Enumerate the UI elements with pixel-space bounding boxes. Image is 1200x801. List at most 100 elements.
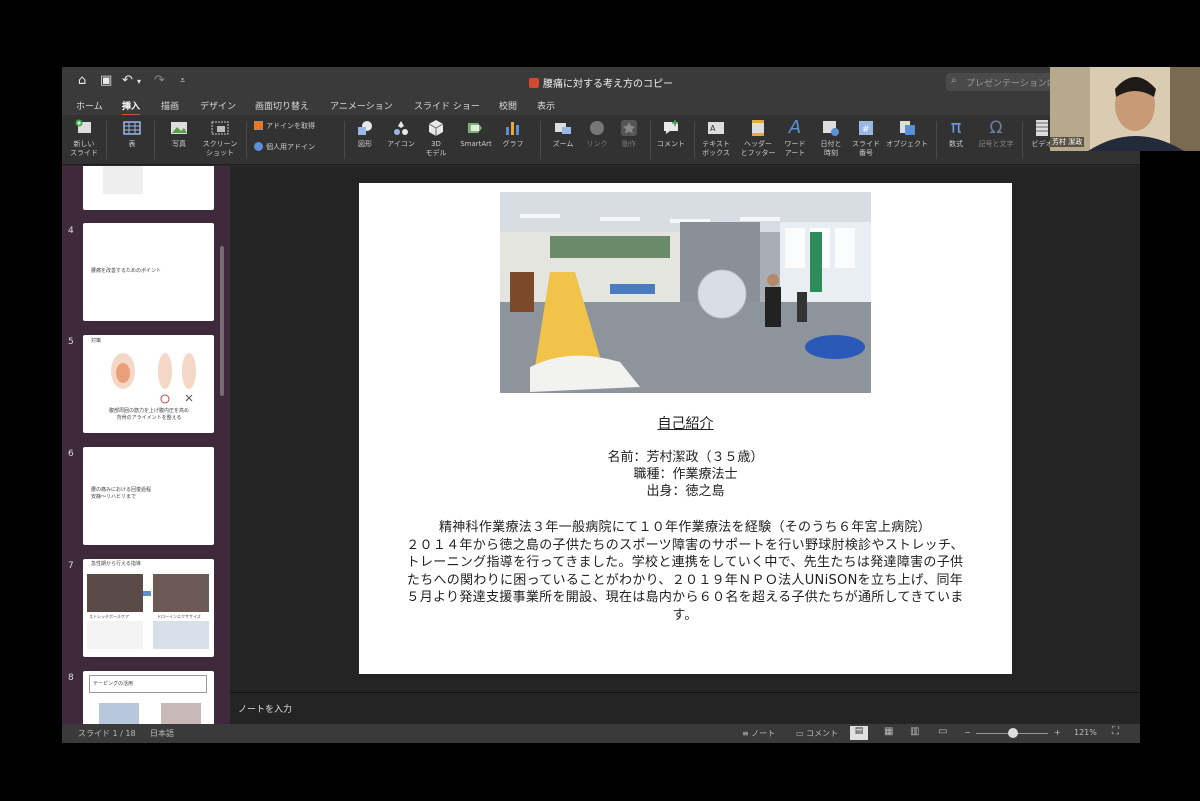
smartart-icon [468, 123, 482, 133]
powerpoint-window: ⌂ ▣ ↶ ▾ ↷ ⩡ 腰痛に対する考え方のコピー ⌕ プレゼンテーション内 ホー… [62, 67, 1140, 743]
bio-paragraph-1: 精神科作業療法３年一般病院にて１０年作業療法を経験（そのうち６年宮上病院） [438, 520, 932, 535]
table-icon [123, 121, 141, 135]
slide-thumbnail-3[interactable] [83, 166, 214, 210]
icons-icon [394, 121, 408, 135]
my-addins-button[interactable]: 個人用アドイン [254, 142, 342, 152]
action-button[interactable]: 動作 [614, 119, 644, 149]
tab-draw[interactable]: 描画 [161, 99, 179, 112]
slide-thumbnail-5[interactable]: 対策 腹部周囲の筋力を上げ腹内圧を高め 背骨のアライメントを整える [83, 335, 214, 433]
photo-button[interactable]: 写真 [162, 119, 196, 149]
slide-counter: スライド 1 / 18 [78, 729, 136, 738]
slide-sorter-icon[interactable]: ▦ [884, 726, 893, 737]
normal-view-icon[interactable]: ▤ [850, 726, 868, 740]
slide-number-button[interactable]: # スライド 番号 [848, 119, 884, 158]
ribbon-insert: 新しい スライド 表 写真 スクリーン ショット アドインを取得 個人用アドイン… [62, 115, 1140, 165]
thumbnail-title: 急性期から行える指導 [91, 561, 141, 567]
zoom-icon [555, 123, 571, 134]
comment-icon: ▭ [796, 729, 804, 738]
ribbon-divider [1022, 121, 1023, 159]
tab-design[interactable]: デザイン [200, 99, 236, 112]
shapes-icon [358, 121, 372, 135]
thumbnail-caption: ストレッチポールケア [89, 614, 129, 619]
datetime-button[interactable]: 日付と 時刻 [816, 119, 846, 158]
slide-thumbnail-panel[interactable]: 4 腰痛を改善するためのポイント 5 対策 腹部周囲の筋力を上げ腹内圧を高め 背… [62, 166, 230, 724]
slide-photo[interactable] [500, 192, 871, 393]
new-slide-button[interactable]: 新しい スライド [66, 119, 102, 158]
ribbon-divider [694, 121, 695, 159]
slide-thumbnail-8[interactable]: テーピングの活用 [83, 671, 214, 724]
notes-toggle-button[interactable]: ≡ ノート [742, 728, 775, 739]
fit-to-window-icon[interactable]: ⛶ [1112, 726, 1119, 737]
notes-icon: ≡ [742, 729, 749, 738]
thumbnail-photo [87, 574, 143, 612]
thumbnail-image [103, 166, 143, 194]
current-slide[interactable]: 自己紹介 名前：芳村潔政（３５歳） 職種：作業療法士 出身：徳之島 精神科作業療… [359, 183, 1012, 674]
chart-icon [506, 122, 519, 135]
3d-models-button[interactable]: 3D モデル [422, 119, 450, 158]
thumbnail-title: テーピングの活用 [93, 681, 134, 687]
comment-button[interactable]: コメント [654, 119, 688, 149]
thumbnail-illustration [111, 353, 196, 404]
thumbnail-caption: ドローインエクササイズ [157, 614, 201, 619]
get-addins-button[interactable]: アドインを取得 [254, 121, 334, 131]
svg-text:A: A [710, 124, 716, 133]
table-button[interactable]: 表 [114, 119, 150, 149]
zoom-slider-handle[interactable] [1008, 728, 1018, 738]
icons-button[interactable]: アイコン [384, 119, 418, 149]
comments-toggle-button[interactable]: ▭ コメント [796, 728, 838, 739]
zoom-in-icon[interactable]: + [1054, 728, 1061, 737]
ribbon-divider [154, 121, 155, 159]
reading-view-icon[interactable]: ▥ [910, 726, 919, 737]
slide-number-label: 5 [68, 337, 74, 347]
slide-thumbnail-6[interactable]: 腰の痛みにおける回復過程 安静〜リハビリまで [83, 447, 214, 545]
tab-transitions[interactable]: 画面切り替え [255, 99, 309, 112]
screenshot-icon [211, 121, 229, 135]
bio-text[interactable]: 精神科作業療法３年一般病院にて１０年作業療法を経験（そのうち６年宮上病院） ２０… [405, 519, 965, 624]
symbol-button[interactable]: Ω 記号と文字 [976, 119, 1016, 149]
screenshot-button[interactable]: スクリーン ショット [198, 119, 242, 158]
notes-placeholder: ノートを入力 [238, 705, 293, 715]
search-icon: ⌕ [951, 75, 957, 86]
notes-pane[interactable]: ノートを入力 [230, 692, 1140, 724]
slide-number-label: 8 [68, 673, 74, 683]
link-icon [590, 121, 604, 135]
slide-thumbnail-4[interactable]: 腰痛を改善するためのポイント [83, 223, 214, 321]
tab-home[interactable]: ホーム [76, 99, 103, 112]
slideshow-view-icon[interactable]: ▭ [938, 726, 947, 737]
link-button[interactable]: リンク [582, 119, 612, 149]
textbox-icon: A [708, 122, 724, 134]
tab-review[interactable]: 校閲 [499, 99, 517, 112]
chart-button[interactable]: グラフ [498, 119, 528, 149]
slide-number-label: 4 [68, 226, 74, 236]
header-footer-button[interactable]: ヘッダー とフッター [738, 119, 778, 158]
webcam-video: 芳村 潔政 [1050, 67, 1200, 151]
language-indicator[interactable]: 日本語 [150, 728, 174, 739]
thumbnail-scrollbar[interactable] [220, 246, 224, 396]
tab-view[interactable]: 表示 [537, 99, 555, 112]
ribbon-divider [936, 121, 937, 159]
tab-animations[interactable]: アニメーション [330, 99, 393, 112]
ribbon-divider [246, 121, 247, 159]
wordart-button[interactable]: A ワード アート [780, 119, 810, 158]
zoom-level[interactable]: 121% [1074, 728, 1097, 737]
zoom-out-icon[interactable]: − [964, 728, 971, 737]
calendar-icon [823, 121, 839, 136]
textbox-button[interactable]: A テキスト ボックス [698, 119, 734, 158]
zoom-button[interactable]: ズーム [546, 119, 580, 149]
ribbon-tabs: ホーム 挿入 描画 デザイン 画面切り替え アニメーション スライド ショー 校… [62, 97, 1140, 116]
slide-heading[interactable]: 自己紹介 [359, 413, 1012, 433]
smartart-button[interactable]: SmartArt [456, 119, 496, 149]
job-line[interactable]: 職種：作業療法士 [359, 466, 1012, 483]
equation-button[interactable]: π 数式 [942, 119, 970, 149]
origin-line[interactable]: 出身：徳之島 [359, 483, 1012, 500]
tab-slideshow[interactable]: スライド ショー [414, 99, 480, 112]
tab-insert[interactable]: 挿入 [122, 99, 141, 116]
shapes-button[interactable]: 図形 [350, 119, 380, 149]
name-line[interactable]: 名前：芳村潔政（３５歳） [359, 449, 1012, 466]
slide-thumbnail-7[interactable]: 急性期から行える指導 ストレッチポールケア ドローインエクササイズ [83, 559, 214, 657]
object-button[interactable]: オブジェクト [884, 119, 930, 149]
thumbnail-photo [161, 703, 201, 724]
slide-number-label: 6 [68, 449, 74, 459]
star-icon [621, 120, 637, 136]
slide-number-icon: # [859, 121, 873, 135]
